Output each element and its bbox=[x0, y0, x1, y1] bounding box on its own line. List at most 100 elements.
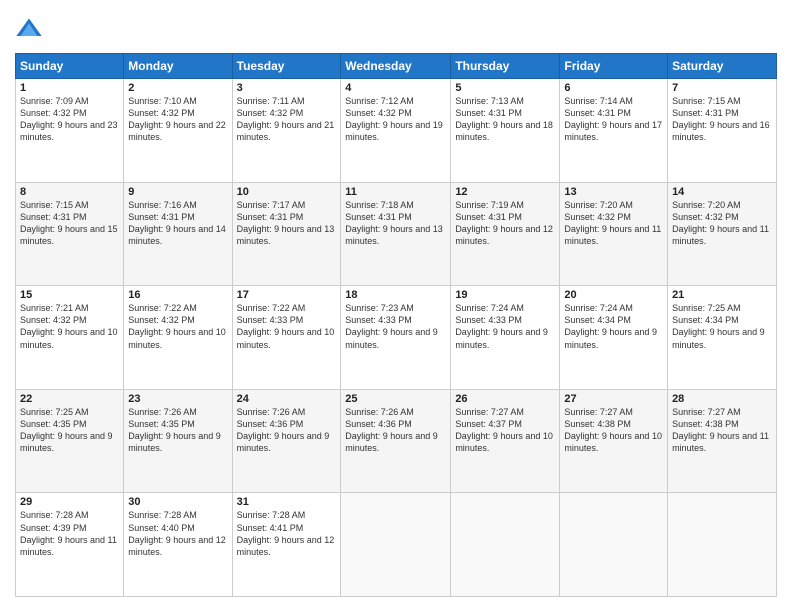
day-info: Sunrise: 7:25 AMSunset: 4:35 PMDaylight:… bbox=[20, 407, 113, 453]
calendar-cell: 7 Sunrise: 7:15 AMSunset: 4:31 PMDayligh… bbox=[668, 79, 777, 183]
header-day-wednesday: Wednesday bbox=[341, 54, 451, 79]
day-number: 21 bbox=[672, 289, 772, 301]
day-number: 3 bbox=[237, 82, 337, 94]
day-info: Sunrise: 7:28 AMSunset: 4:39 PMDaylight:… bbox=[20, 510, 117, 556]
calendar-cell: 2 Sunrise: 7:10 AMSunset: 4:32 PMDayligh… bbox=[124, 79, 232, 183]
calendar-header: SundayMondayTuesdayWednesdayThursdayFrid… bbox=[16, 54, 777, 79]
calendar-cell bbox=[560, 493, 668, 597]
day-info: Sunrise: 7:26 AMSunset: 4:36 PMDaylight:… bbox=[237, 407, 330, 453]
day-number: 24 bbox=[237, 393, 337, 405]
day-number: 10 bbox=[237, 186, 337, 198]
calendar-cell: 5 Sunrise: 7:13 AMSunset: 4:31 PMDayligh… bbox=[451, 79, 560, 183]
page: SundayMondayTuesdayWednesdayThursdayFrid… bbox=[0, 0, 792, 612]
calendar-cell bbox=[668, 493, 777, 597]
day-info: Sunrise: 7:25 AMSunset: 4:34 PMDaylight:… bbox=[672, 303, 765, 349]
day-info: Sunrise: 7:19 AMSunset: 4:31 PMDaylight:… bbox=[455, 200, 553, 246]
day-info: Sunrise: 7:15 AMSunset: 4:31 PMDaylight:… bbox=[20, 200, 118, 246]
calendar-cell: 12 Sunrise: 7:19 AMSunset: 4:31 PMDaylig… bbox=[451, 182, 560, 286]
day-number: 5 bbox=[455, 82, 555, 94]
calendar-cell: 15 Sunrise: 7:21 AMSunset: 4:32 PMDaylig… bbox=[16, 286, 124, 390]
day-info: Sunrise: 7:12 AMSunset: 4:32 PMDaylight:… bbox=[345, 96, 443, 142]
calendar-week-4: 22 Sunrise: 7:25 AMSunset: 4:35 PMDaylig… bbox=[16, 389, 777, 493]
calendar-cell: 16 Sunrise: 7:22 AMSunset: 4:32 PMDaylig… bbox=[124, 286, 232, 390]
day-info: Sunrise: 7:27 AMSunset: 4:38 PMDaylight:… bbox=[564, 407, 662, 453]
calendar-week-5: 29 Sunrise: 7:28 AMSunset: 4:39 PMDaylig… bbox=[16, 493, 777, 597]
day-info: Sunrise: 7:21 AMSunset: 4:32 PMDaylight:… bbox=[20, 303, 118, 349]
day-info: Sunrise: 7:28 AMSunset: 4:40 PMDaylight:… bbox=[128, 510, 226, 556]
day-number: 2 bbox=[128, 82, 227, 94]
calendar-cell: 24 Sunrise: 7:26 AMSunset: 4:36 PMDaylig… bbox=[232, 389, 341, 493]
day-number: 15 bbox=[20, 289, 119, 301]
calendar-cell: 21 Sunrise: 7:25 AMSunset: 4:34 PMDaylig… bbox=[668, 286, 777, 390]
day-info: Sunrise: 7:26 AMSunset: 4:35 PMDaylight:… bbox=[128, 407, 221, 453]
day-info: Sunrise: 7:20 AMSunset: 4:32 PMDaylight:… bbox=[564, 200, 661, 246]
day-number: 4 bbox=[345, 82, 446, 94]
calendar-cell: 22 Sunrise: 7:25 AMSunset: 4:35 PMDaylig… bbox=[16, 389, 124, 493]
day-info: Sunrise: 7:27 AMSunset: 4:37 PMDaylight:… bbox=[455, 407, 553, 453]
calendar-week-1: 1 Sunrise: 7:09 AMSunset: 4:32 PMDayligh… bbox=[16, 79, 777, 183]
day-number: 22 bbox=[20, 393, 119, 405]
calendar-week-2: 8 Sunrise: 7:15 AMSunset: 4:31 PMDayligh… bbox=[16, 182, 777, 286]
day-number: 17 bbox=[237, 289, 337, 301]
day-number: 6 bbox=[564, 82, 663, 94]
calendar-cell: 19 Sunrise: 7:24 AMSunset: 4:33 PMDaylig… bbox=[451, 286, 560, 390]
calendar-cell: 6 Sunrise: 7:14 AMSunset: 4:31 PMDayligh… bbox=[560, 79, 668, 183]
day-info: Sunrise: 7:15 AMSunset: 4:31 PMDaylight:… bbox=[672, 96, 770, 142]
day-info: Sunrise: 7:11 AMSunset: 4:32 PMDaylight:… bbox=[237, 96, 335, 142]
day-info: Sunrise: 7:16 AMSunset: 4:31 PMDaylight:… bbox=[128, 200, 226, 246]
calendar-cell: 31 Sunrise: 7:28 AMSunset: 4:41 PMDaylig… bbox=[232, 493, 341, 597]
day-number: 14 bbox=[672, 186, 772, 198]
day-number: 8 bbox=[20, 186, 119, 198]
day-info: Sunrise: 7:28 AMSunset: 4:41 PMDaylight:… bbox=[237, 510, 335, 556]
calendar-cell: 4 Sunrise: 7:12 AMSunset: 4:32 PMDayligh… bbox=[341, 79, 451, 183]
calendar-body: 1 Sunrise: 7:09 AMSunset: 4:32 PMDayligh… bbox=[16, 79, 777, 597]
header-day-monday: Monday bbox=[124, 54, 232, 79]
calendar-cell: 17 Sunrise: 7:22 AMSunset: 4:33 PMDaylig… bbox=[232, 286, 341, 390]
day-number: 19 bbox=[455, 289, 555, 301]
logo bbox=[15, 15, 47, 43]
calendar-cell: 13 Sunrise: 7:20 AMSunset: 4:32 PMDaylig… bbox=[560, 182, 668, 286]
calendar-cell: 28 Sunrise: 7:27 AMSunset: 4:38 PMDaylig… bbox=[668, 389, 777, 493]
calendar-cell: 26 Sunrise: 7:27 AMSunset: 4:37 PMDaylig… bbox=[451, 389, 560, 493]
day-info: Sunrise: 7:20 AMSunset: 4:32 PMDaylight:… bbox=[672, 200, 769, 246]
day-info: Sunrise: 7:18 AMSunset: 4:31 PMDaylight:… bbox=[345, 200, 443, 246]
calendar-cell: 10 Sunrise: 7:17 AMSunset: 4:31 PMDaylig… bbox=[232, 182, 341, 286]
day-info: Sunrise: 7:09 AMSunset: 4:32 PMDaylight:… bbox=[20, 96, 118, 142]
day-info: Sunrise: 7:13 AMSunset: 4:31 PMDaylight:… bbox=[455, 96, 553, 142]
day-number: 9 bbox=[128, 186, 227, 198]
day-number: 11 bbox=[345, 186, 446, 198]
header-day-tuesday: Tuesday bbox=[232, 54, 341, 79]
day-info: Sunrise: 7:22 AMSunset: 4:33 PMDaylight:… bbox=[237, 303, 335, 349]
calendar-cell: 27 Sunrise: 7:27 AMSunset: 4:38 PMDaylig… bbox=[560, 389, 668, 493]
day-info: Sunrise: 7:10 AMSunset: 4:32 PMDaylight:… bbox=[128, 96, 226, 142]
header-day-friday: Friday bbox=[560, 54, 668, 79]
day-number: 31 bbox=[237, 496, 337, 508]
day-number: 26 bbox=[455, 393, 555, 405]
logo-icon bbox=[15, 15, 43, 43]
day-info: Sunrise: 7:14 AMSunset: 4:31 PMDaylight:… bbox=[564, 96, 662, 142]
day-info: Sunrise: 7:24 AMSunset: 4:34 PMDaylight:… bbox=[564, 303, 657, 349]
header-row: SundayMondayTuesdayWednesdayThursdayFrid… bbox=[16, 54, 777, 79]
calendar-cell: 25 Sunrise: 7:26 AMSunset: 4:36 PMDaylig… bbox=[341, 389, 451, 493]
day-info: Sunrise: 7:22 AMSunset: 4:32 PMDaylight:… bbox=[128, 303, 226, 349]
day-info: Sunrise: 7:17 AMSunset: 4:31 PMDaylight:… bbox=[237, 200, 335, 246]
calendar-cell: 1 Sunrise: 7:09 AMSunset: 4:32 PMDayligh… bbox=[16, 79, 124, 183]
calendar-cell: 18 Sunrise: 7:23 AMSunset: 4:33 PMDaylig… bbox=[341, 286, 451, 390]
calendar-cell: 3 Sunrise: 7:11 AMSunset: 4:32 PMDayligh… bbox=[232, 79, 341, 183]
calendar-cell: 30 Sunrise: 7:28 AMSunset: 4:40 PMDaylig… bbox=[124, 493, 232, 597]
day-number: 12 bbox=[455, 186, 555, 198]
day-number: 27 bbox=[564, 393, 663, 405]
header-day-sunday: Sunday bbox=[16, 54, 124, 79]
day-number: 30 bbox=[128, 496, 227, 508]
calendar-cell bbox=[451, 493, 560, 597]
day-number: 25 bbox=[345, 393, 446, 405]
day-info: Sunrise: 7:23 AMSunset: 4:33 PMDaylight:… bbox=[345, 303, 438, 349]
header-day-thursday: Thursday bbox=[451, 54, 560, 79]
calendar-cell: 20 Sunrise: 7:24 AMSunset: 4:34 PMDaylig… bbox=[560, 286, 668, 390]
day-number: 18 bbox=[345, 289, 446, 301]
day-number: 28 bbox=[672, 393, 772, 405]
day-number: 7 bbox=[672, 82, 772, 94]
day-info: Sunrise: 7:27 AMSunset: 4:38 PMDaylight:… bbox=[672, 407, 769, 453]
day-info: Sunrise: 7:26 AMSunset: 4:36 PMDaylight:… bbox=[345, 407, 438, 453]
calendar-cell bbox=[341, 493, 451, 597]
